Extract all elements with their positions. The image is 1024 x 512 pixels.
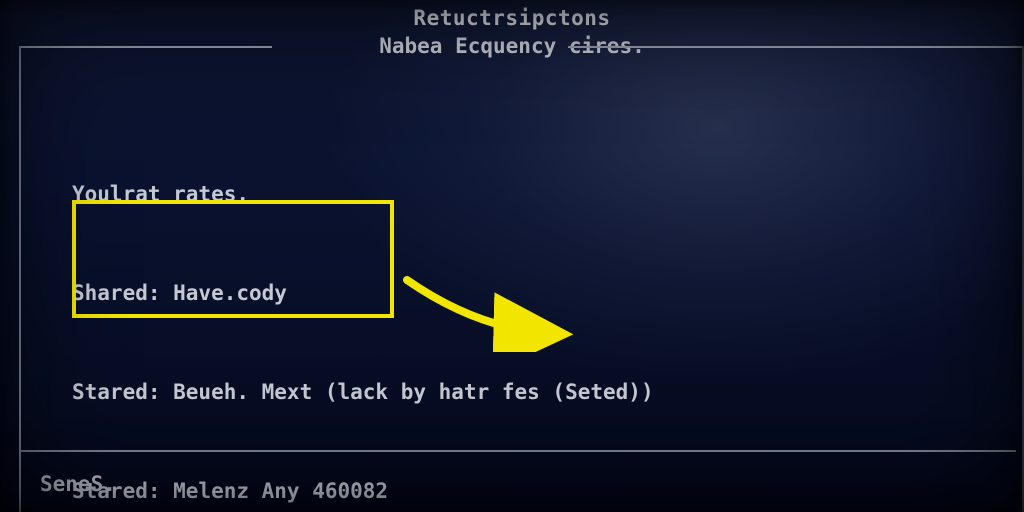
frame-left [19, 46, 21, 512]
section-heading: Youlrat rates. [72, 178, 654, 211]
page-title: Retuctrsipctons [0, 6, 1024, 30]
subtitle-row: Nabea Ecquency cires. [0, 34, 1024, 58]
info-line: Stared: Melenz Any 460082 [72, 475, 654, 508]
footer-label: SeneS. [40, 472, 116, 496]
footer-divider [20, 450, 1016, 452]
info-line: Shared: Have.cody [72, 277, 654, 310]
bios-screen: Retuctrsipctons Nabea Ecquency cires. Yo… [0, 0, 1024, 512]
divider-right [568, 46, 1024, 48]
info-list: Youlrat rates. Shared: Have.cody Stared:… [72, 112, 654, 512]
info-line: Stared: Beueh. Mext (lack by hatr fes (S… [72, 376, 654, 409]
